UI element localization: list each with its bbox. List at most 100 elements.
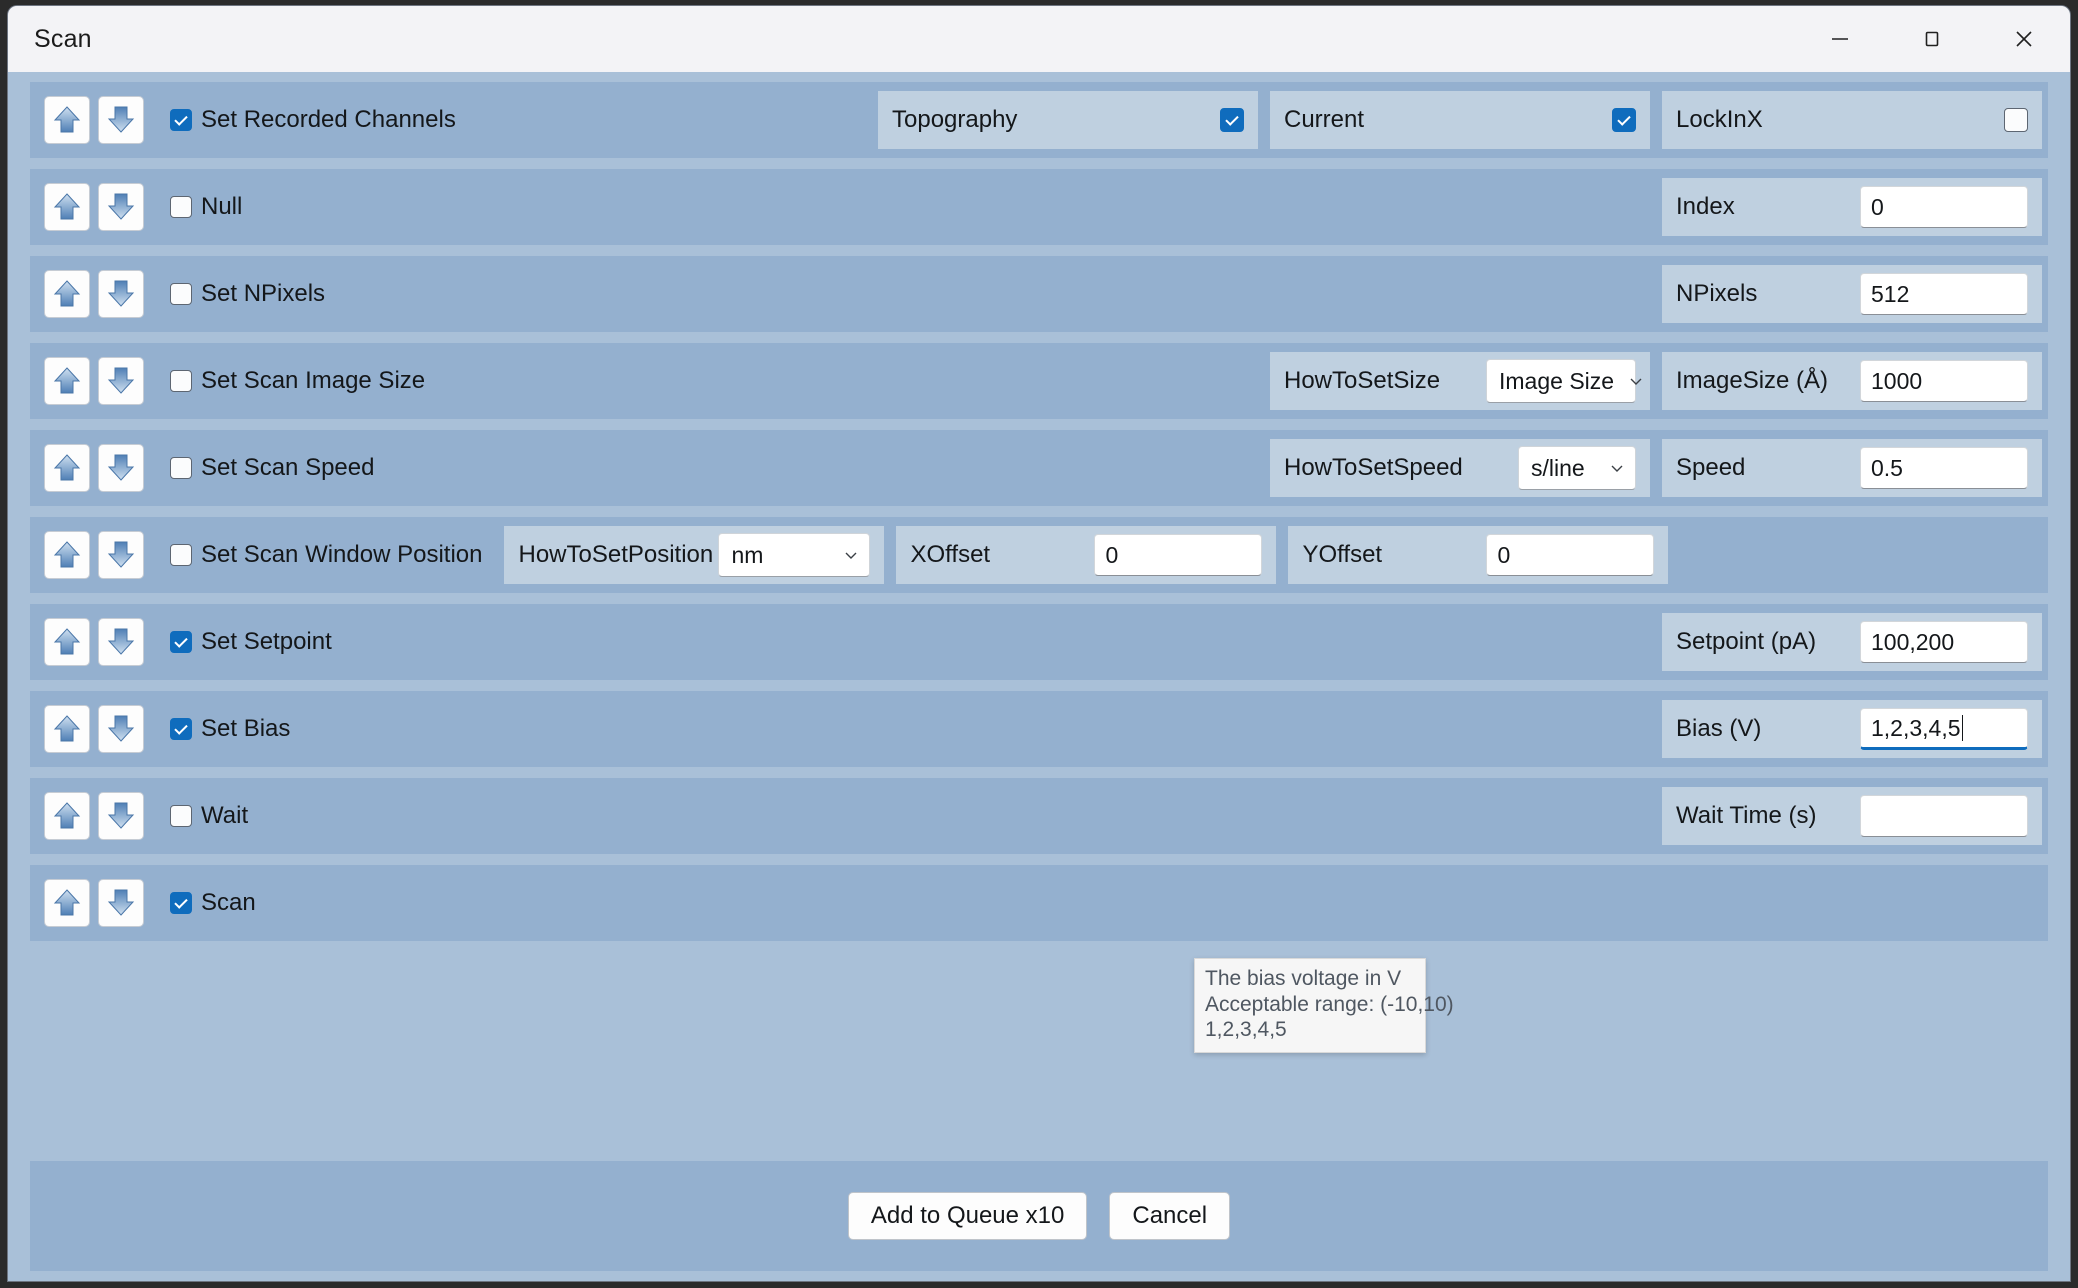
arrow-down-icon	[107, 627, 135, 657]
bias-input[interactable]: 1,2,3,4,5	[1860, 708, 2028, 750]
move-down-button[interactable]	[98, 792, 144, 840]
wait-time-input[interactable]	[1860, 795, 2028, 837]
arrow-up-icon	[53, 453, 81, 483]
combo-label-howtosetspeed: HowToSetSpeed	[1284, 454, 1463, 482]
row-enable-checkbox-wrap[interactable]: Scan	[170, 889, 256, 917]
channel-checkbox-lockinx[interactable]	[2004, 108, 2028, 132]
arrow-down-icon	[107, 192, 135, 222]
move-up-button[interactable]	[44, 270, 90, 318]
row-enable-checkbox-wrap[interactable]: Null	[170, 193, 242, 221]
arrow-down-icon	[107, 105, 135, 135]
yoffset-input[interactable]: 0	[1486, 534, 1654, 576]
row-enable-checkbox-wrap[interactable]: Set Scan Image Size	[170, 367, 425, 395]
move-down-button[interactable]	[98, 618, 144, 666]
dropdown-value: s/line	[1531, 455, 1585, 482]
row-enable-checkbox-wrap[interactable]: Set Bias	[170, 715, 290, 743]
imagesize-input[interactable]: 1000	[1860, 360, 2028, 402]
field-label-wait-time: Wait Time (s)	[1676, 802, 1816, 830]
arrow-up-icon	[53, 714, 81, 744]
field-group-index: Index 0	[1662, 178, 2042, 236]
move-down-button[interactable]	[98, 531, 144, 579]
move-down-button[interactable]	[98, 705, 144, 753]
move-up-button[interactable]	[44, 183, 90, 231]
row-enable-checkbox[interactable]	[170, 892, 192, 914]
dialog-footer: Add to Queue x10 Cancel	[30, 1161, 2048, 1271]
move-down-button[interactable]	[98, 270, 144, 318]
cancel-button[interactable]: Cancel	[1109, 1192, 1230, 1240]
row-label: Set Scan Speed	[201, 454, 374, 482]
channel-topography[interactable]: Topography	[878, 91, 1258, 149]
arrow-down-icon	[107, 279, 135, 309]
field-group-xoffset: XOffset 0	[896, 526, 1276, 584]
channel-current[interactable]: Current	[1270, 91, 1650, 149]
row-enable-checkbox-wrap[interactable]: Wait	[170, 802, 248, 830]
row-enable-checkbox[interactable]	[170, 805, 192, 827]
move-up-button[interactable]	[44, 357, 90, 405]
move-up-button[interactable]	[44, 879, 90, 927]
close-button[interactable]	[1978, 6, 2070, 72]
chevron-down-icon	[1595, 460, 1625, 476]
channel-checkbox-topography[interactable]	[1220, 108, 1244, 132]
field-label-npixels: NPixels	[1676, 280, 1757, 308]
setpoint-input[interactable]: 100,200	[1860, 621, 2028, 663]
row-label: Set Setpoint	[201, 628, 332, 656]
row-enable-checkbox[interactable]	[170, 283, 192, 305]
field-label-imagesize: ImageSize (Å)	[1676, 367, 1828, 395]
howtosetspeed-dropdown[interactable]: s/line	[1518, 446, 1636, 490]
index-input[interactable]: 0	[1860, 186, 2028, 228]
field-label-setpoint: Setpoint (pA)	[1676, 628, 1816, 656]
move-down-button[interactable]	[98, 444, 144, 492]
chevron-down-icon	[829, 547, 859, 563]
move-down-button[interactable]	[98, 183, 144, 231]
row-label: Set Scan Window Position	[201, 541, 482, 569]
speed-input[interactable]: 0.5	[1860, 447, 2028, 489]
move-up-button[interactable]	[44, 531, 90, 579]
row-enable-checkbox[interactable]	[170, 631, 192, 653]
maximize-button[interactable]	[1886, 6, 1978, 72]
field-label-yoffset: YOffset	[1302, 541, 1382, 569]
window-title: Scan	[34, 25, 92, 54]
row-set-scan-speed: Set Scan Speed HowToSetSpeed s/line Spee…	[30, 430, 2048, 506]
move-up-button[interactable]	[44, 444, 90, 492]
npixels-input[interactable]: 512	[1860, 273, 2028, 315]
row-enable-checkbox[interactable]	[170, 718, 192, 740]
row-enable-checkbox[interactable]	[170, 196, 192, 218]
move-down-button[interactable]	[98, 357, 144, 405]
minimize-button[interactable]	[1794, 6, 1886, 72]
row-set-npixels: Set NPixels NPixels 512	[30, 256, 2048, 332]
add-to-queue-button[interactable]: Add to Queue x10	[848, 1192, 1087, 1240]
channel-label: Topography	[892, 106, 1017, 134]
row-label: Set Bias	[201, 715, 290, 743]
field-label-speed: Speed	[1676, 454, 1745, 482]
row-enable-checkbox[interactable]	[170, 544, 192, 566]
row-enable-checkbox[interactable]	[170, 370, 192, 392]
howtosetposition-dropdown[interactable]: nm	[718, 533, 870, 577]
combo-label-howtosetsize: HowToSetSize	[1284, 367, 1440, 395]
row-enable-checkbox[interactable]	[170, 109, 192, 131]
row-enable-checkbox-wrap[interactable]: Set Scan Window Position	[170, 541, 482, 569]
move-up-button[interactable]	[44, 618, 90, 666]
tooltip-line-2: Acceptable range: (-10,10)	[1205, 992, 1415, 1018]
arrow-up-icon	[53, 366, 81, 396]
move-down-button[interactable]	[98, 879, 144, 927]
howtosetsize-dropdown[interactable]: Image Size	[1486, 359, 1636, 403]
row-enable-checkbox-wrap[interactable]: Set NPixels	[170, 280, 325, 308]
field-group-imagesize: ImageSize (Å) 1000	[1662, 352, 2042, 410]
dropdown-value: Image Size	[1499, 368, 1614, 395]
channel-checkbox-current[interactable]	[1612, 108, 1636, 132]
xoffset-input[interactable]: 0	[1094, 534, 1262, 576]
arrow-down-icon	[107, 888, 135, 918]
arrow-up-icon	[53, 279, 81, 309]
field-label-xoffset: XOffset	[910, 541, 990, 569]
row-enable-checkbox-wrap[interactable]: Set Setpoint	[170, 628, 332, 656]
move-up-button[interactable]	[44, 96, 90, 144]
row-enable-checkbox-wrap[interactable]: Set Recorded Channels	[170, 106, 456, 134]
channel-lockinx[interactable]: LockInX	[1662, 91, 2042, 149]
arrow-up-icon	[53, 801, 81, 831]
row-enable-checkbox-wrap[interactable]: Set Scan Speed	[170, 454, 374, 482]
move-down-button[interactable]	[98, 96, 144, 144]
move-up-button[interactable]	[44, 705, 90, 753]
row-enable-checkbox[interactable]	[170, 457, 192, 479]
move-up-button[interactable]	[44, 792, 90, 840]
title-bar: Scan	[8, 6, 2070, 72]
